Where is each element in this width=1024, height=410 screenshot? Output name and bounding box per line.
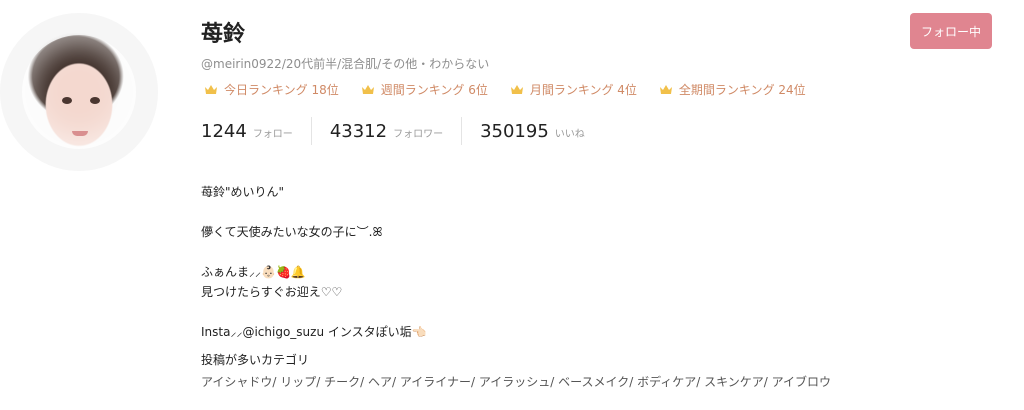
categories-title: 投稿が多いカテゴリ: [201, 353, 310, 367]
ranking-weekly[interactable]: 週間ランキング 6位: [361, 81, 488, 98]
avatar-eye-right: [90, 97, 100, 104]
divider: [310, 117, 312, 145]
ranking-label: 全期間ランキング 24位: [678, 83, 806, 97]
avatar-eye-left: [62, 97, 72, 104]
follow-button[interactable]: フォロー中: [910, 13, 992, 49]
ranking-label: 月間ランキング 4位: [529, 83, 637, 97]
ranking-label: 今日ランキング 18位: [224, 83, 339, 97]
crown-icon: [659, 85, 672, 94]
bio-line: 苺鈴"めいりん": [201, 185, 285, 199]
categories-list: アイシャドウ/ リップ/ チーク/ ヘア/ アイライナー/ アイラッシュ/ ベー…: [201, 375, 832, 389]
stat-likes[interactable]: 350195 いいね: [480, 121, 585, 142]
stat-value: 43312: [329, 120, 388, 142]
crown-icon: [205, 85, 217, 94]
bio-line: Insta⸝⸝@ichigo_suzu インスタぽい垢👈🏻: [201, 325, 427, 339]
stat-label: フォロワー: [393, 128, 444, 140]
stat-label: いいね: [554, 128, 585, 140]
bio-line: 見つけたらすぐお迎え♡♡: [201, 285, 343, 299]
stat-following[interactable]: 1244 フォロー: [201, 121, 293, 142]
ranking-label: 週間ランキング 6位: [380, 83, 488, 97]
crown-icon: [510, 85, 523, 94]
ranking-monthly[interactable]: 月間ランキング 4位: [510, 81, 637, 98]
profile-bio: 苺鈴"めいりん" 儚くて天使みたいな女の子に︶.ꕤ ふぁんま⸝⸝👶🏻🍓🔔 見つけ…: [201, 182, 427, 342]
profile-name: 苺鈴: [201, 22, 246, 47]
stat-label: フォロー: [252, 128, 293, 140]
ranking-all-time[interactable]: 全期間ランキング 24位: [659, 81, 806, 98]
avatar-hood: [0, 13, 158, 171]
bio-line: ふぁんま⸝⸝👶🏻🍓🔔: [201, 265, 306, 279]
stat-followers[interactable]: 43312 フォロワー: [330, 121, 443, 142]
stat-value: 1244: [201, 120, 247, 142]
rankings: 今日ランキング 18位 週間ランキング 6位 月間ランキング 4位 全期間ランキ…: [204, 81, 828, 98]
stat-value: 350195: [480, 120, 549, 142]
ranking-today[interactable]: 今日ランキング 18位: [204, 81, 339, 98]
divider: [461, 117, 463, 145]
stats: 1244 フォロー 43312 フォロワー 350195 いいね: [201, 117, 585, 145]
bio-line: 儚くて天使みたいな女の子に︶.ꕤ: [201, 225, 383, 239]
avatar-mouth: [72, 131, 88, 136]
crown-icon: [361, 85, 374, 94]
avatar: [0, 13, 158, 171]
profile-meta: @meirin0922/20代前半/混合肌/その他・わからない: [201, 57, 490, 71]
